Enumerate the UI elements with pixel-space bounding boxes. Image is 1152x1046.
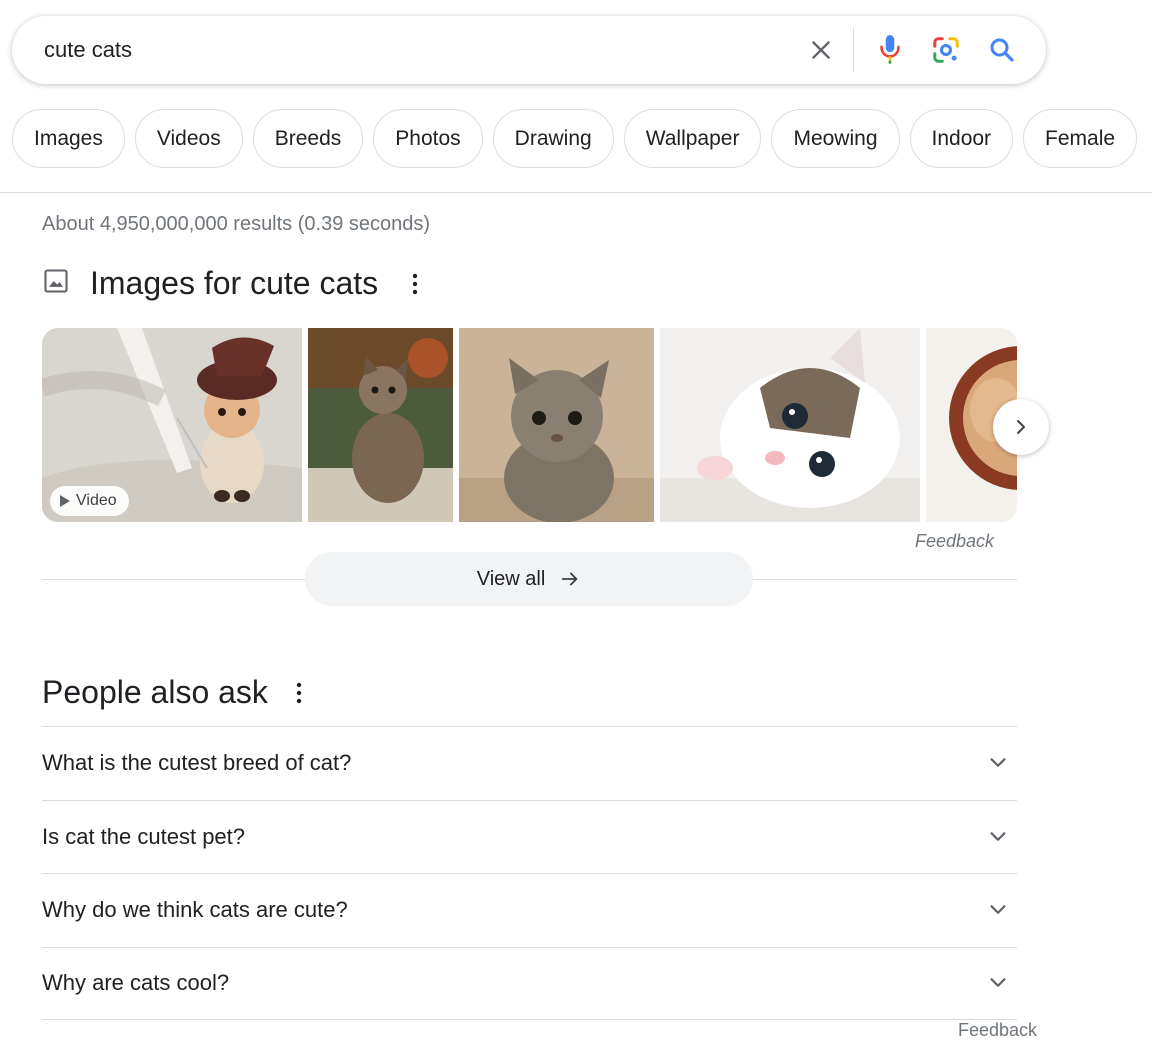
paa-feedback-link[interactable]: Feedback xyxy=(938,1020,1038,1041)
paa-question[interactable]: Why are cats cool? xyxy=(42,946,1017,1020)
search-icon[interactable] xyxy=(982,30,1022,70)
chip-videos[interactable]: Videos xyxy=(134,109,243,168)
image-thumbnail-2[interactable] xyxy=(308,328,453,522)
image-carousel: Video xyxy=(42,328,1017,522)
people-also-ask-header: People also ask xyxy=(42,674,302,711)
people-also-ask-list: What is the cutest breed of cat? Is cat … xyxy=(42,726,1017,1020)
more-options-icon[interactable] xyxy=(296,682,302,704)
close-icon[interactable] xyxy=(801,30,841,70)
paa-question-text: Why are cats cool? xyxy=(42,970,230,996)
filter-chips: Images Videos Breeds Photos Drawing Wall… xyxy=(12,109,1138,168)
paa-question[interactable]: What is the cutest breed of cat? xyxy=(42,726,1017,800)
chip-female[interactable]: Female xyxy=(1023,109,1138,168)
paa-question-text: Is cat the cutest pet? xyxy=(42,823,246,849)
chevron-down-icon xyxy=(987,826,1009,848)
more-options-icon[interactable] xyxy=(412,273,418,295)
image-thumbnail-3[interactable] xyxy=(459,328,654,522)
paa-question[interactable]: Why do we think cats are cute? xyxy=(42,873,1017,947)
carousel-next-button[interactable] xyxy=(993,399,1049,455)
microphone-icon[interactable] xyxy=(870,30,910,70)
view-all-button[interactable]: View all xyxy=(305,552,753,606)
image-icon xyxy=(42,267,70,300)
view-all-label: View all xyxy=(476,567,546,590)
video-badge-label: Video xyxy=(76,492,117,509)
paa-question-text: Why do we think cats are cute? xyxy=(42,897,348,923)
header-divider xyxy=(0,192,1152,193)
play-icon xyxy=(60,495,70,507)
image-thumbnail-4[interactable] xyxy=(660,328,920,522)
results-count: About 4,950,000,000 results (0.39 second… xyxy=(42,213,431,235)
images-section-header: Images for cute cats xyxy=(42,265,418,302)
paa-question[interactable]: Is cat the cutest pet? xyxy=(42,799,1017,874)
chip-breeds[interactable]: Breeds xyxy=(252,109,364,168)
arrow-right-icon xyxy=(562,572,578,586)
search-box xyxy=(12,16,1046,84)
chevron-down-icon xyxy=(987,899,1009,921)
chip-photos[interactable]: Photos xyxy=(373,109,483,168)
google-lens-icon[interactable] xyxy=(926,30,966,70)
chevron-down-icon xyxy=(987,972,1009,994)
paa-question-text: What is the cutest breed of cat? xyxy=(42,750,352,776)
chip-indoor[interactable]: Indoor xyxy=(909,109,1014,168)
chip-drawing[interactable]: Drawing xyxy=(492,109,614,168)
chevron-down-icon xyxy=(987,752,1009,774)
chip-wallpaper[interactable]: Wallpaper xyxy=(623,109,762,168)
search-input[interactable] xyxy=(12,16,801,84)
chip-meowing[interactable]: Meowing xyxy=(771,109,900,168)
video-badge: Video xyxy=(50,486,129,516)
images-section-title: Images for cute cats xyxy=(90,265,379,301)
image-thumbnail-1[interactable]: Video xyxy=(42,328,302,522)
chevron-right-icon xyxy=(1017,420,1025,434)
chip-images[interactable]: Images xyxy=(12,109,125,168)
people-also-ask-title: People also ask xyxy=(42,674,268,710)
images-feedback-link[interactable]: Feedback xyxy=(915,531,994,552)
search-box-divider xyxy=(853,28,854,72)
